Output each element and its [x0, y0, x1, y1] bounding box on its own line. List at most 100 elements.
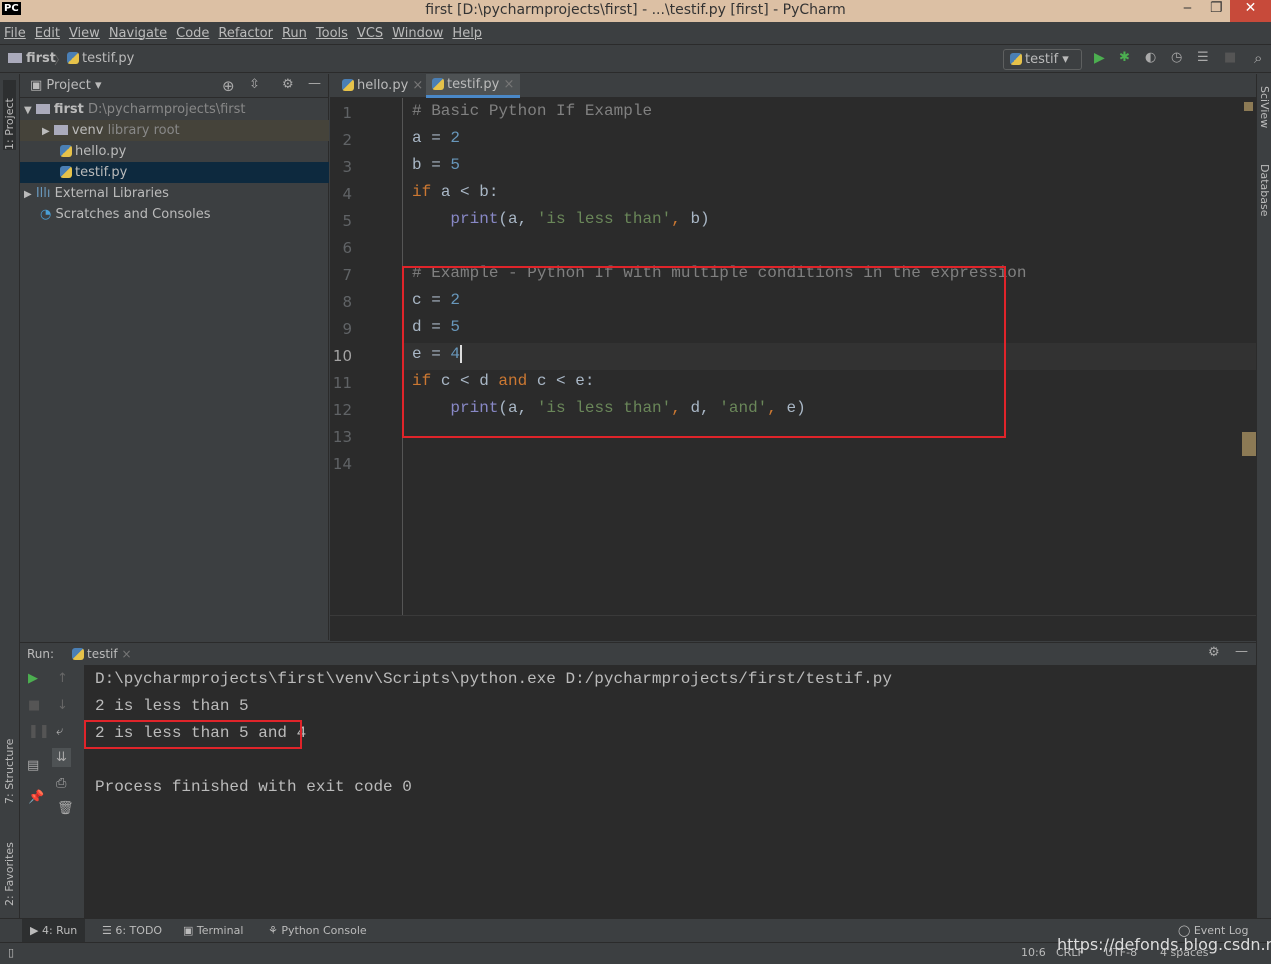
tool-python-console[interactable]: ⚘ Python Console — [268, 924, 367, 937]
python-file-icon — [60, 145, 72, 157]
gear-icon[interactable]: ⚙ — [1208, 645, 1220, 660]
tab-testif[interactable]: testif.py × — [426, 74, 521, 98]
code-token: if — [412, 183, 441, 201]
debug-icon[interactable]: ✱ — [1119, 50, 1130, 65]
line-number: 14 — [332, 455, 352, 473]
right-tool-strip: SciView Database — [1256, 74, 1271, 918]
code-token: , — [671, 210, 691, 228]
coverage-icon[interactable]: ◐ — [1145, 50, 1156, 65]
tree-item-hello[interactable]: hello.py — [20, 141, 329, 162]
up-icon[interactable]: ↑ — [57, 671, 68, 686]
line-gutter: 1 2 3 4 5 6 7 8 9 10 11 12 13 14 — [330, 98, 403, 615]
code-token: b) — [690, 210, 710, 228]
window-title: first [D:\pycharmprojects\first] - ...\t… — [425, 2, 846, 18]
line-number: 6 — [342, 239, 352, 257]
tree-item-first[interactable]: ▼ first D:\pycharmprojects\first — [20, 99, 329, 120]
minimize-button[interactable]: ‒ — [1183, 0, 1192, 16]
close-button[interactable]: ✕ — [1230, 0, 1271, 22]
menu-code[interactable]: Code — [176, 26, 209, 41]
gear-icon[interactable]: ⚙ — [282, 77, 294, 92]
sciview-tool-button[interactable]: SciView — [1258, 86, 1271, 128]
tree-item-scratches[interactable]: ◔ Scratches and Consoles — [20, 204, 329, 225]
favorites-tool-button[interactable]: 2: Favorites — [3, 826, 16, 906]
menu-window[interactable]: Window — [392, 26, 443, 41]
close-tab-icon[interactable]: × — [121, 647, 131, 661]
menu-view[interactable]: View — [69, 26, 100, 41]
code-token: b = — [412, 156, 451, 174]
hide-icon[interactable]: — — [1235, 644, 1248, 659]
maximize-button[interactable]: ❐ — [1210, 0, 1223, 16]
menu-edit[interactable]: Edit — [35, 26, 60, 41]
title-bar: PC first [D:\pycharmprojects\first] - ..… — [0, 0, 1271, 22]
breadcrumb-file[interactable]: testif.py — [67, 51, 134, 66]
code-token: 5 — [450, 156, 461, 174]
profile-icon[interactable]: ◷ — [1171, 50, 1182, 65]
tool-terminal[interactable]: ▣ Terminal — [183, 924, 243, 937]
tree-item-venv[interactable]: ▶ venv library root — [20, 120, 329, 141]
line-number: 9 — [342, 320, 352, 338]
close-tab-icon[interactable]: × — [503, 77, 514, 92]
menu-help[interactable]: Help — [452, 26, 482, 41]
line-number: 10 — [332, 347, 352, 365]
layout-icon[interactable]: ▤ — [27, 758, 39, 773]
menu-refactor[interactable]: Refactor — [218, 26, 273, 41]
expanded-arrow-icon: ▼ — [24, 105, 32, 116]
cursor-position[interactable]: 10:6 — [1021, 946, 1046, 959]
stop-icon[interactable]: ■ — [1224, 50, 1236, 65]
pause-icon[interactable]: ❚❚ — [28, 724, 50, 739]
project-tool-button[interactable]: 1: Project — [3, 80, 16, 150]
print-icon[interactable]: ⎙ — [56, 776, 66, 791]
concurrency-icon[interactable]: ☰ — [1197, 50, 1209, 65]
trash-icon[interactable]: 🗑 — [57, 801, 74, 816]
folder-icon — [53, 125, 68, 135]
menu-run[interactable]: Run — [282, 26, 307, 41]
menu-tools[interactable]: Tools — [316, 26, 348, 41]
scroll-marker[interactable] — [1242, 432, 1256, 456]
menu-file[interactable]: File — [4, 26, 26, 41]
close-tab-icon[interactable]: × — [412, 78, 423, 93]
python-file-icon — [342, 79, 354, 91]
menu-navigate[interactable]: Navigate — [109, 26, 167, 41]
run-config-select[interactable]: testif ▾ — [1003, 49, 1082, 70]
tab-hello[interactable]: hello.py × — [336, 74, 429, 98]
soft-wrap-icon[interactable]: ⤶ — [56, 724, 63, 739]
warning-marker — [1244, 102, 1253, 111]
tool-todo[interactable]: ☰ 6: TODO — [102, 924, 162, 937]
code-token: 'is less than' — [536, 210, 672, 228]
code-editor[interactable]: 1 2 3 4 5 6 7 8 9 10 11 12 13 14 # Basic Python If Ex… — [330, 98, 1256, 615]
stop-icon[interactable]: ■ — [28, 698, 40, 713]
database-tool-button[interactable]: Database — [1258, 164, 1271, 217]
tree-item-external-libraries[interactable]: ▶ Illı External Libraries — [20, 183, 329, 204]
pin-icon[interactable]: 📌 — [28, 790, 44, 805]
breadcrumb-project[interactable]: first — [8, 51, 56, 66]
run-icon[interactable]: ▶ — [1094, 50, 1105, 66]
layout-toggle-icon[interactable]: ▯ — [8, 946, 14, 959]
line-number: 12 — [332, 401, 352, 419]
line-number: 2 — [342, 131, 352, 149]
run-console[interactable]: D:\pycharmprojects\first\venv\Scripts\py… — [84, 665, 1256, 918]
structure-tool-button[interactable]: 7: Structure — [3, 724, 16, 804]
line-number: 13 — [332, 428, 352, 446]
code-line: a = 2 — [412, 129, 460, 147]
tool-run[interactable]: ▶ 4: Run — [22, 919, 86, 942]
scratch-icon: ◔ — [40, 207, 52, 222]
code-line: print(a, 'is less than', b) — [412, 210, 710, 228]
down-icon[interactable]: ↓ — [57, 698, 68, 713]
code-line: if a < b: — [412, 183, 498, 201]
locate-icon[interactable]: ⊕ — [222, 77, 235, 95]
menu-vcs[interactable]: VCS — [357, 26, 383, 41]
watermark: https://defonds.blog.csdn.net — [1057, 935, 1271, 954]
search-icon[interactable]: ⌕ — [1254, 49, 1262, 67]
run-tab-testif[interactable]: testif × — [72, 647, 132, 661]
tree-item-testif[interactable]: testif.py — [20, 162, 329, 183]
rerun-icon[interactable]: ▶ — [28, 671, 38, 686]
python-file-icon — [67, 52, 79, 64]
python-icon — [1010, 53, 1022, 65]
code-token: a < b: — [440, 183, 499, 201]
hide-icon[interactable]: — — [308, 76, 321, 91]
collapsed-arrow-icon: ▶ — [24, 189, 32, 200]
scroll-to-end-icon[interactable]: ⇊ — [52, 748, 71, 767]
project-view-select[interactable]: ▣ Project ▾ — [30, 78, 102, 93]
collapse-all-icon[interactable]: ⇳ — [249, 77, 260, 92]
navigation-bar: first 〉 testif.py testif ▾ ▶ ✱ ◐ ◷ ☰ ■ ⌕ — [0, 45, 1271, 73]
